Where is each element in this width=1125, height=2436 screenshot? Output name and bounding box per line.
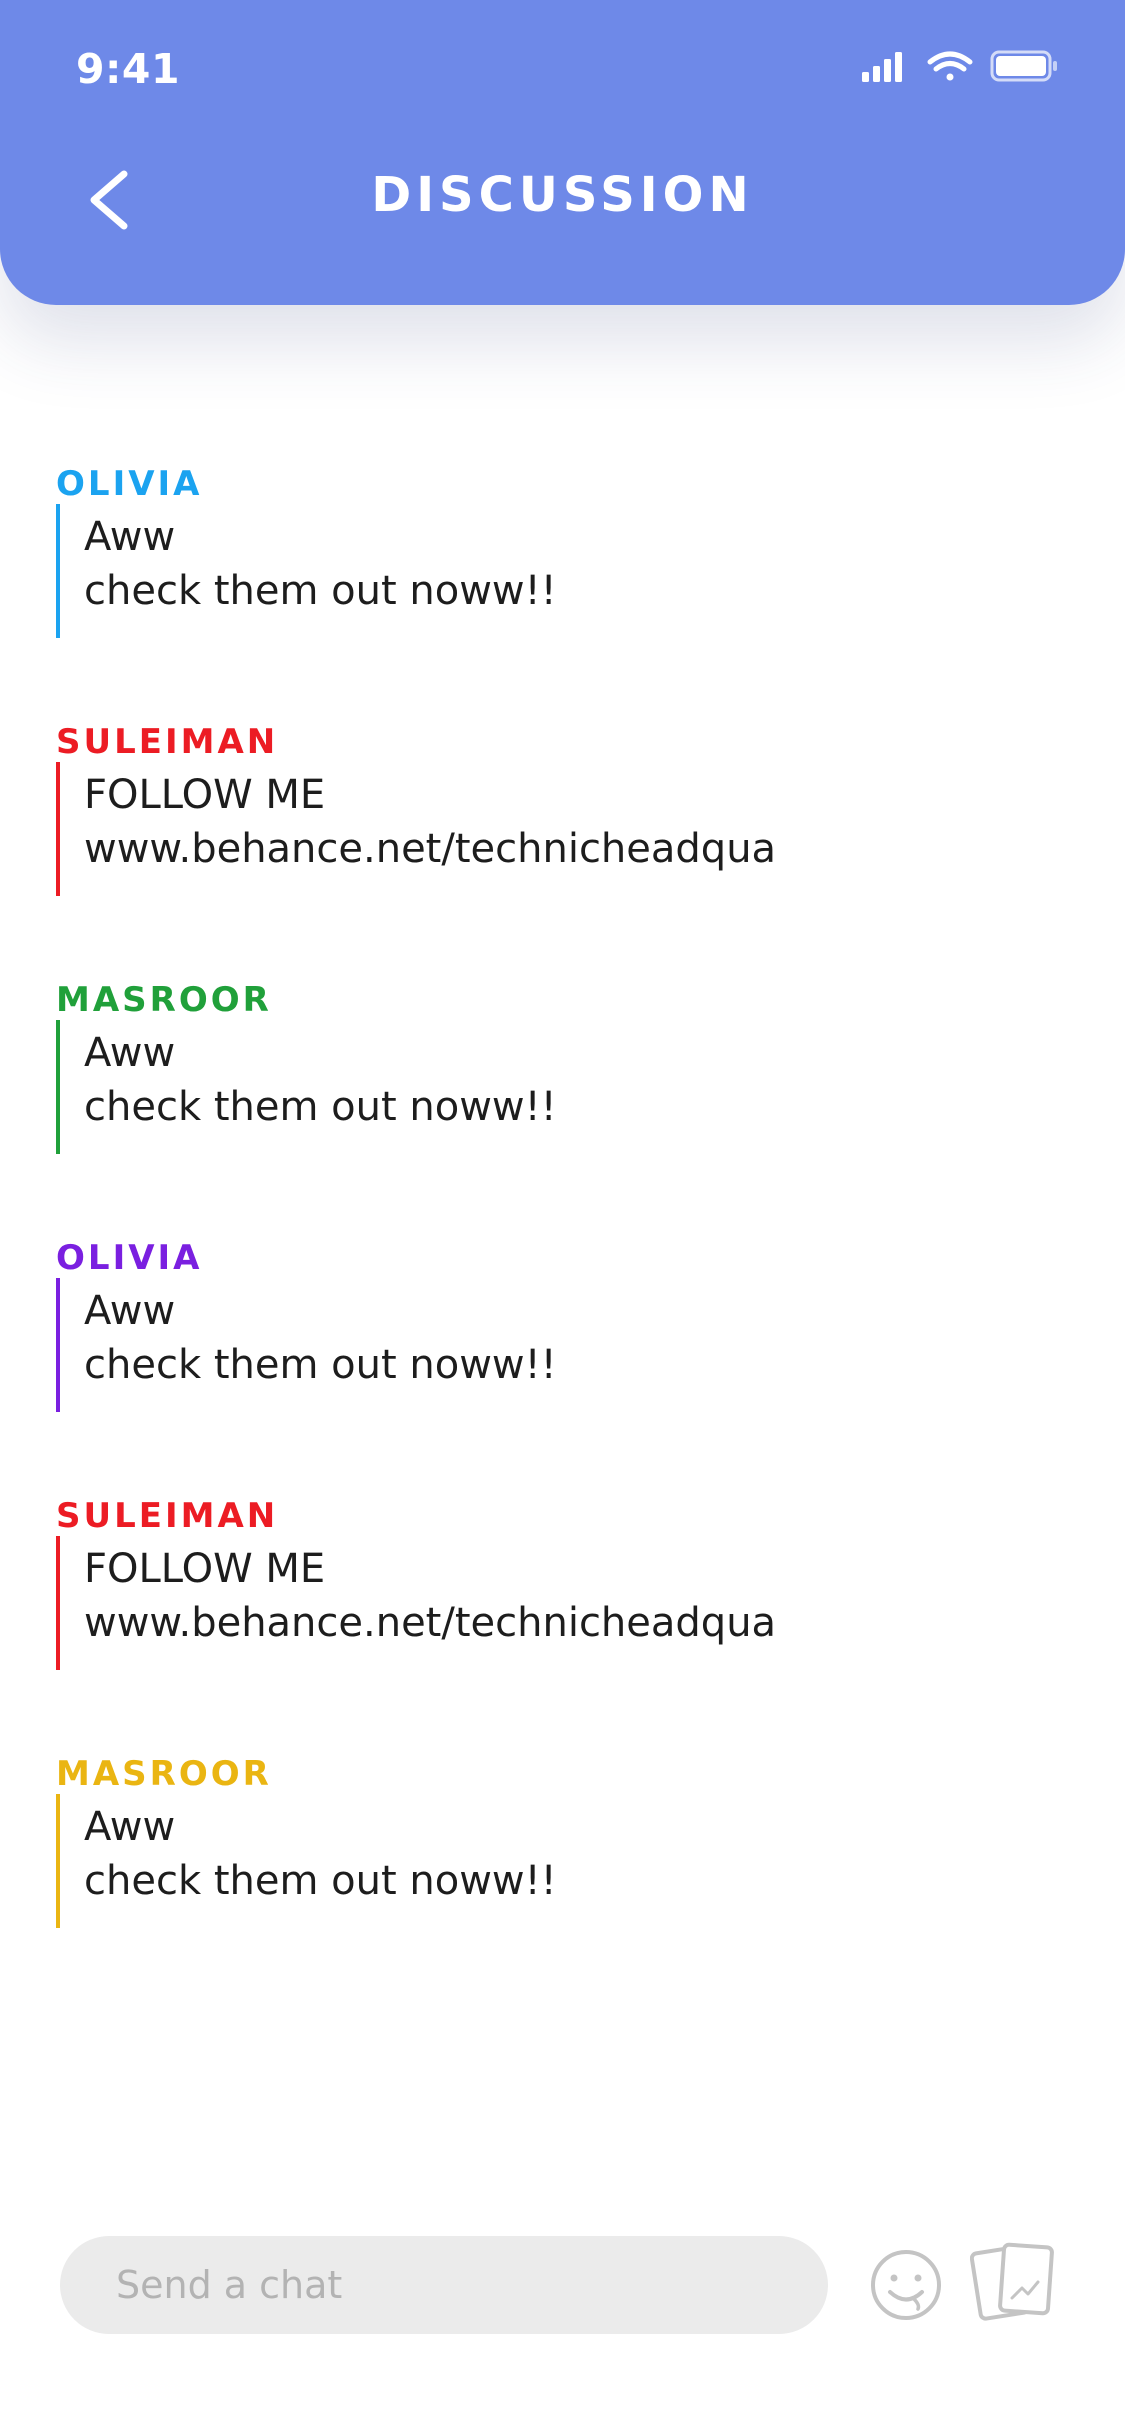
message-author: MASROOR: [56, 1754, 272, 1794]
battery-icon: [990, 50, 1057, 82]
message-text-line: Aww: [84, 1804, 176, 1850]
message-author: MASROOR: [56, 980, 272, 1020]
message-link[interactable]: www.behance.net/technicheadqua: [84, 826, 776, 872]
message-author: OLIVIA: [56, 1238, 203, 1278]
status-icons: [862, 50, 1057, 82]
message-link[interactable]: www.behance.net/technicheadqua: [84, 1600, 776, 1646]
chat-input[interactable]: [60, 2236, 828, 2334]
message-accent-bar: [56, 1794, 60, 1928]
message-accent-bar: [56, 762, 60, 896]
message-text-line: check them out noww!!: [84, 1858, 557, 1904]
cards-icon[interactable]: [970, 2240, 1056, 2322]
message-text-line: Aww: [84, 1288, 176, 1334]
message-author: SULEIMAN: [56, 1496, 279, 1536]
message-text-line: Aww: [84, 514, 176, 560]
message-accent-bar: [56, 1536, 60, 1670]
message-text-line: FOLLOW ME: [84, 1546, 326, 1592]
message-text-line: check them out noww!!: [84, 568, 557, 614]
cellular-signal-icon: [862, 52, 902, 82]
message-text-line: check them out noww!!: [84, 1342, 557, 1388]
message-accent-bar: [56, 504, 60, 638]
emoji-face-icon[interactable]: [868, 2247, 944, 2323]
wifi-icon: [927, 51, 973, 81]
app-header: 9:41 DISCUSSION: [0, 0, 1125, 305]
status-time: 9:41: [76, 45, 180, 93]
message-text-line: Aww: [84, 1030, 176, 1076]
message-accent-bar: [56, 1278, 60, 1412]
page-title: DISCUSSION: [371, 167, 754, 223]
message-accent-bar: [56, 1020, 60, 1154]
message-text-line: check them out noww!!: [84, 1084, 557, 1130]
message-author: SULEIMAN: [56, 722, 279, 762]
message-text-line: FOLLOW ME: [84, 772, 326, 818]
message-author: OLIVIA: [56, 464, 203, 504]
